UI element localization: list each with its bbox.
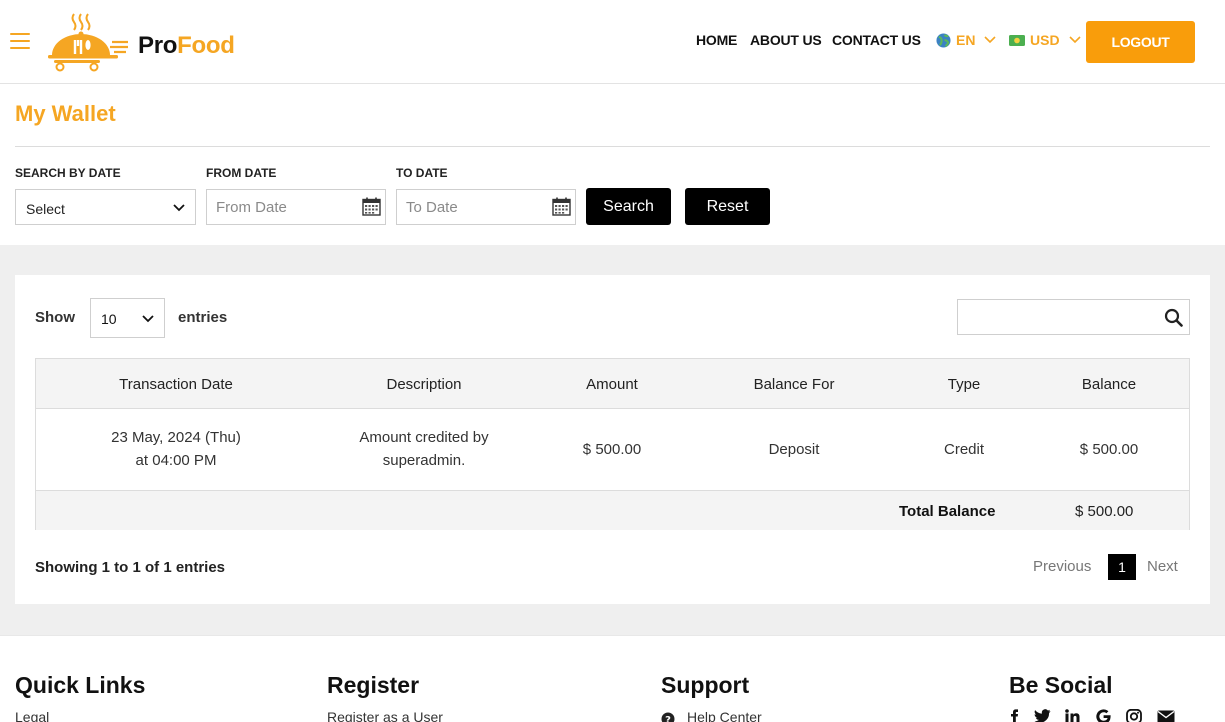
column-header[interactable]: Balance For (754, 376, 835, 393)
divider (15, 146, 1210, 147)
cell-description-line1: Amount credited by (359, 429, 489, 446)
calendar-icon[interactable] (362, 197, 381, 216)
column-header[interactable]: Description (386, 376, 461, 393)
total-balance-label: Total Balance (899, 503, 996, 520)
cell-balance: $ 500.00 (1079, 441, 1139, 458)
calendar-icon[interactable] (552, 197, 571, 216)
from-date-input[interactable] (206, 189, 386, 225)
pagination-next[interactable]: Next (1147, 558, 1178, 575)
total-balance-value: $ 500.00 (1075, 503, 1134, 520)
table-footer: Total Balance $ 500.00 (36, 490, 1189, 530)
page-title: My Wallet (15, 101, 116, 126)
site-header: ProFood HOME ABOUT US CONTACT US EN USD … (0, 0, 1225, 84)
footer-quick-links-title: Quick Links (15, 672, 146, 698)
cell-amount: $ 500.00 (582, 441, 642, 458)
footer-social-title: Be Social (1009, 672, 1113, 698)
table-header: Transaction Date Description Amount Bala… (36, 359, 1189, 409)
money-icon (1009, 34, 1025, 46)
to-date-input[interactable] (396, 189, 576, 225)
footer-register-title: Register (327, 672, 420, 698)
table-info: Showing 1 to 1 of 1 entries (35, 559, 226, 576)
select-value: Select (26, 201, 65, 217)
google-icon[interactable] (1096, 709, 1111, 722)
nav-contact-us[interactable]: CONTACT US (832, 32, 921, 48)
show-label: Show (35, 309, 75, 326)
currency-value: USD (1030, 32, 1060, 48)
footer-link-legal[interactable]: Legal (15, 709, 49, 722)
envelope-icon[interactable] (1157, 709, 1175, 722)
question-circle-icon: ? (661, 712, 675, 722)
twitter-icon[interactable] (1034, 709, 1051, 722)
table-search (957, 299, 1190, 335)
search-by-date-select[interactable]: Select (15, 189, 196, 225)
column-header[interactable]: Balance (1082, 376, 1136, 393)
table-search-input[interactable] (958, 300, 1158, 334)
language-selector[interactable]: EN (936, 32, 997, 48)
cell-description-line2: superadmin. (382, 452, 466, 469)
search-icon[interactable] (1164, 308, 1183, 327)
profood-logo[interactable]: ProFood (48, 12, 248, 72)
entries-length-select[interactable]: 10 (90, 298, 165, 338)
pagination-previous[interactable]: Previous (1033, 558, 1091, 575)
food-delivery-icon (48, 13, 128, 72)
cell-type: Credit (943, 441, 985, 458)
column-header[interactable]: Amount (586, 376, 638, 393)
pagination-current-page[interactable]: 1 (1108, 554, 1136, 580)
from-date-label: FROM DATE (206, 166, 277, 180)
search-button[interactable]: Search (586, 188, 671, 225)
footer-link-register-user[interactable]: Register as a User (327, 709, 443, 722)
globe-icon (936, 32, 951, 48)
search-by-date-label: SEARCH BY DATE (15, 166, 121, 180)
transactions-table: Transaction Date Description Amount Bala… (35, 358, 1190, 530)
currency-selector[interactable]: USD (1009, 32, 1081, 48)
entries-length-value: 10 (101, 311, 117, 327)
cell-balance-for: Deposit (768, 441, 820, 458)
facebook-icon[interactable] (1009, 709, 1021, 722)
menu-icon[interactable] (10, 33, 30, 49)
language-value: EN (956, 32, 976, 48)
footer-link-help-center[interactable]: Help Center (687, 709, 762, 722)
chevron-down-icon (173, 204, 185, 212)
nav-home[interactable]: HOME (696, 32, 737, 48)
linkedin-icon[interactable] (1065, 709, 1080, 722)
to-date-label: TO DATE (396, 166, 448, 180)
logout-button[interactable]: LOGOUT (1086, 21, 1195, 63)
footer-support-title: Support (661, 672, 750, 698)
nav-about-us[interactable]: ABOUT US (750, 32, 822, 48)
entries-label: entries (178, 309, 228, 326)
chevron-down-icon (1068, 36, 1081, 44)
reset-button[interactable]: Reset (685, 188, 770, 225)
chevron-down-icon (142, 315, 154, 323)
svg-text:?: ? (665, 715, 671, 722)
cell-date-line2: at 04:00 PM (135, 452, 217, 469)
column-header[interactable]: Type (948, 376, 981, 393)
brand-name: ProFood (138, 32, 235, 59)
column-header[interactable]: Transaction Date (119, 376, 233, 393)
cell-date-line1: 23 May, 2024 (Thu) (111, 429, 241, 446)
chevron-down-icon (984, 36, 997, 44)
instagram-icon[interactable] (1126, 709, 1142, 722)
